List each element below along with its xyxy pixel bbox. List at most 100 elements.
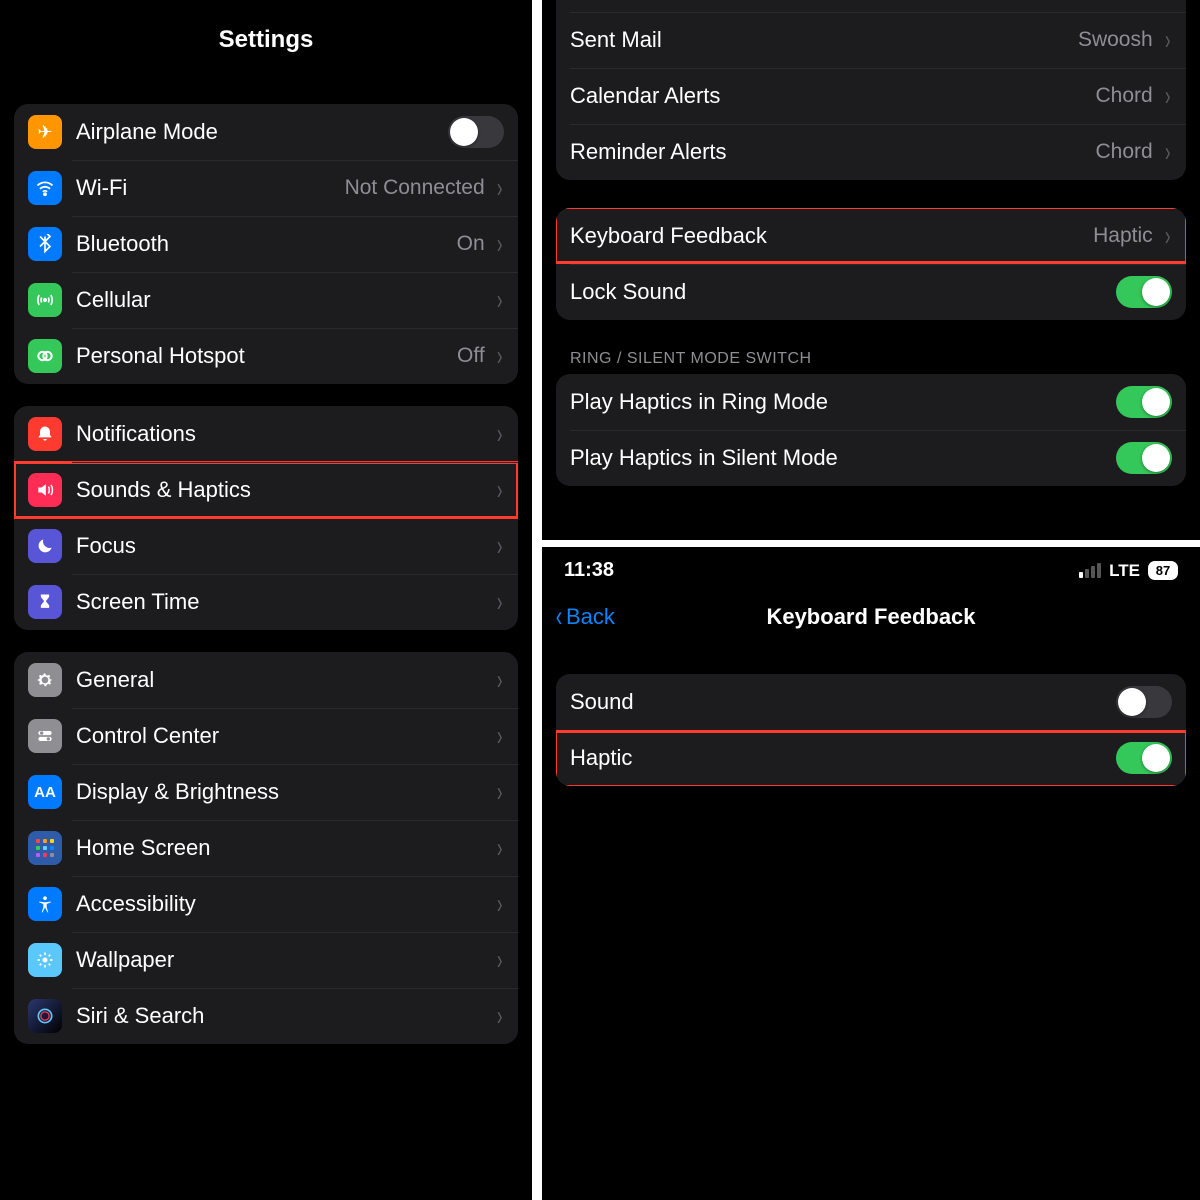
haptics-ring-row[interactable]: Play Haptics in Ring Mode [556,374,1186,430]
calendar-alerts-row[interactable]: Calendar Alerts Chord › [556,68,1186,124]
general-label: General [76,667,491,693]
sounds-haptics-label: Sounds & Haptics [76,477,491,503]
control-center-label: Control Center [76,723,491,749]
home-screen-row[interactable]: Home Screen › [14,820,518,876]
chevron-right-icon: › [497,1000,503,1032]
sent-mail-row[interactable]: Sent Mail Swoosh › [556,12,1186,68]
siri-icon [28,999,62,1033]
carrier-label: LTE [1109,561,1140,581]
haptics-silent-toggle[interactable] [1116,442,1172,474]
keyboard-feedback-title: Keyboard Feedback [542,604,1200,630]
cellular-row[interactable]: Cellular › [14,272,518,328]
settings-general-group: General › Control Center › AA Display & … [14,652,518,1044]
lock-sound-label: Lock Sound [570,279,1116,305]
chevron-left-icon: ‹ [556,600,563,634]
ring-silent-section-header: RING / SILENT MODE SWITCH [570,350,1172,368]
accessibility-label: Accessibility [76,891,491,917]
keyboard-feedback-row[interactable]: Keyboard Feedback Haptic › [556,208,1186,264]
accessibility-row[interactable]: Accessibility › [14,876,518,932]
chevron-right-icon: › [1165,24,1171,56]
sounds-haptics-row[interactable]: Sounds & Haptics › [14,462,518,518]
accessibility-icon [28,887,62,921]
moon-icon [28,529,62,563]
back-label: Back [566,604,615,630]
settings-connectivity-group: ✈ Airplane Mode Wi-Fi Not Connected › Bl… [14,104,518,384]
bluetooth-label: Bluetooth [76,231,457,257]
bluetooth-row[interactable]: Bluetooth On › [14,216,518,272]
wifi-row[interactable]: Wi-Fi Not Connected › [14,160,518,216]
new-mail-row[interactable]: New Mail None › [556,0,1186,12]
haptic-label: Haptic [570,745,1116,771]
chevron-right-icon: › [497,530,503,562]
haptics-silent-row[interactable]: Play Haptics in Silent Mode [556,430,1186,486]
sounds-haptics-panel: New Mail None › Sent Mail Swoosh › Calen… [537,0,1200,545]
screen-time-row[interactable]: Screen Time › [14,574,518,630]
battery-badge: 87 [1148,561,1178,580]
signal-icon [1079,563,1101,578]
wifi-value: Not Connected [345,176,485,200]
haptic-row[interactable]: Haptic [556,730,1186,786]
new-mail-value: None [1102,0,1152,4]
cellular-icon [28,283,62,317]
siri-search-label: Siri & Search [76,1003,491,1029]
status-time: 11:38 [564,559,614,582]
haptics-ring-toggle[interactable] [1116,386,1172,418]
back-button[interactable]: ‹ Back [554,600,615,634]
status-bar: 11:38 LTE 87 [542,547,1200,590]
hotspot-value: Off [457,344,485,368]
haptic-toggle[interactable] [1116,742,1172,774]
display-brightness-label: Display & Brightness [76,779,491,805]
gear-icon [28,663,62,697]
hotspot-icon [28,339,62,373]
display-brightness-row[interactable]: AA Display & Brightness › [14,764,518,820]
notifications-row[interactable]: Notifications › [14,406,518,462]
keyboard-feedback-options-group: Sound Haptic [556,674,1186,786]
cellular-label: Cellular [76,287,491,313]
settings-title: Settings [0,0,532,70]
wallpaper-icon [28,943,62,977]
bluetooth-icon [28,227,62,261]
chevron-right-icon: › [497,832,503,864]
ring-silent-group: Play Haptics in Ring Mode Play Haptics i… [556,374,1186,486]
haptics-ring-label: Play Haptics in Ring Mode [570,389,1116,415]
chevron-right-icon: › [497,586,503,618]
chevron-right-icon: › [1165,220,1171,252]
airplane-mode-row[interactable]: ✈ Airplane Mode [14,104,518,160]
bluetooth-value: On [457,232,485,256]
reminder-alerts-row[interactable]: Reminder Alerts Chord › [556,124,1186,180]
mail-alerts-group: New Mail None › Sent Mail Swoosh › Calen… [556,0,1186,180]
bell-icon [28,417,62,451]
control-center-row[interactable]: Control Center › [14,708,518,764]
chevron-right-icon: › [497,228,503,260]
new-mail-label: New Mail [570,0,1102,4]
chevron-right-icon: › [497,474,503,506]
hotspot-label: Personal Hotspot [76,343,457,369]
sent-mail-value: Swoosh [1078,28,1153,52]
wallpaper-row[interactable]: Wallpaper › [14,932,518,988]
sound-row[interactable]: Sound [556,674,1186,730]
chevron-right-icon: › [1165,136,1171,168]
chevron-right-icon: › [497,340,503,372]
wallpaper-label: Wallpaper [76,947,491,973]
chevron-right-icon: › [1165,80,1171,112]
lock-sound-toggle[interactable] [1116,276,1172,308]
reminder-alerts-label: Reminder Alerts [570,139,1095,165]
speaker-icon [28,473,62,507]
calendar-alerts-value: Chord [1095,84,1152,108]
hotspot-row[interactable]: Personal Hotspot Off › [14,328,518,384]
general-row[interactable]: General › [14,652,518,708]
focus-row[interactable]: Focus › [14,518,518,574]
wifi-icon [28,171,62,205]
sound-toggle[interactable] [1116,686,1172,718]
airplane-icon: ✈ [28,115,62,149]
notifications-label: Notifications [76,421,491,447]
keyboard-lock-group: Keyboard Feedback Haptic › Lock Sound [556,208,1186,320]
switches-icon [28,719,62,753]
chevron-right-icon: › [497,888,503,920]
siri-search-row[interactable]: Siri & Search › [14,988,518,1044]
chevron-right-icon: › [497,664,503,696]
lock-sound-row[interactable]: Lock Sound [556,264,1186,320]
chevron-right-icon: › [1165,0,1171,4]
chevron-right-icon: › [497,172,503,204]
airplane-mode-toggle[interactable] [448,116,504,148]
